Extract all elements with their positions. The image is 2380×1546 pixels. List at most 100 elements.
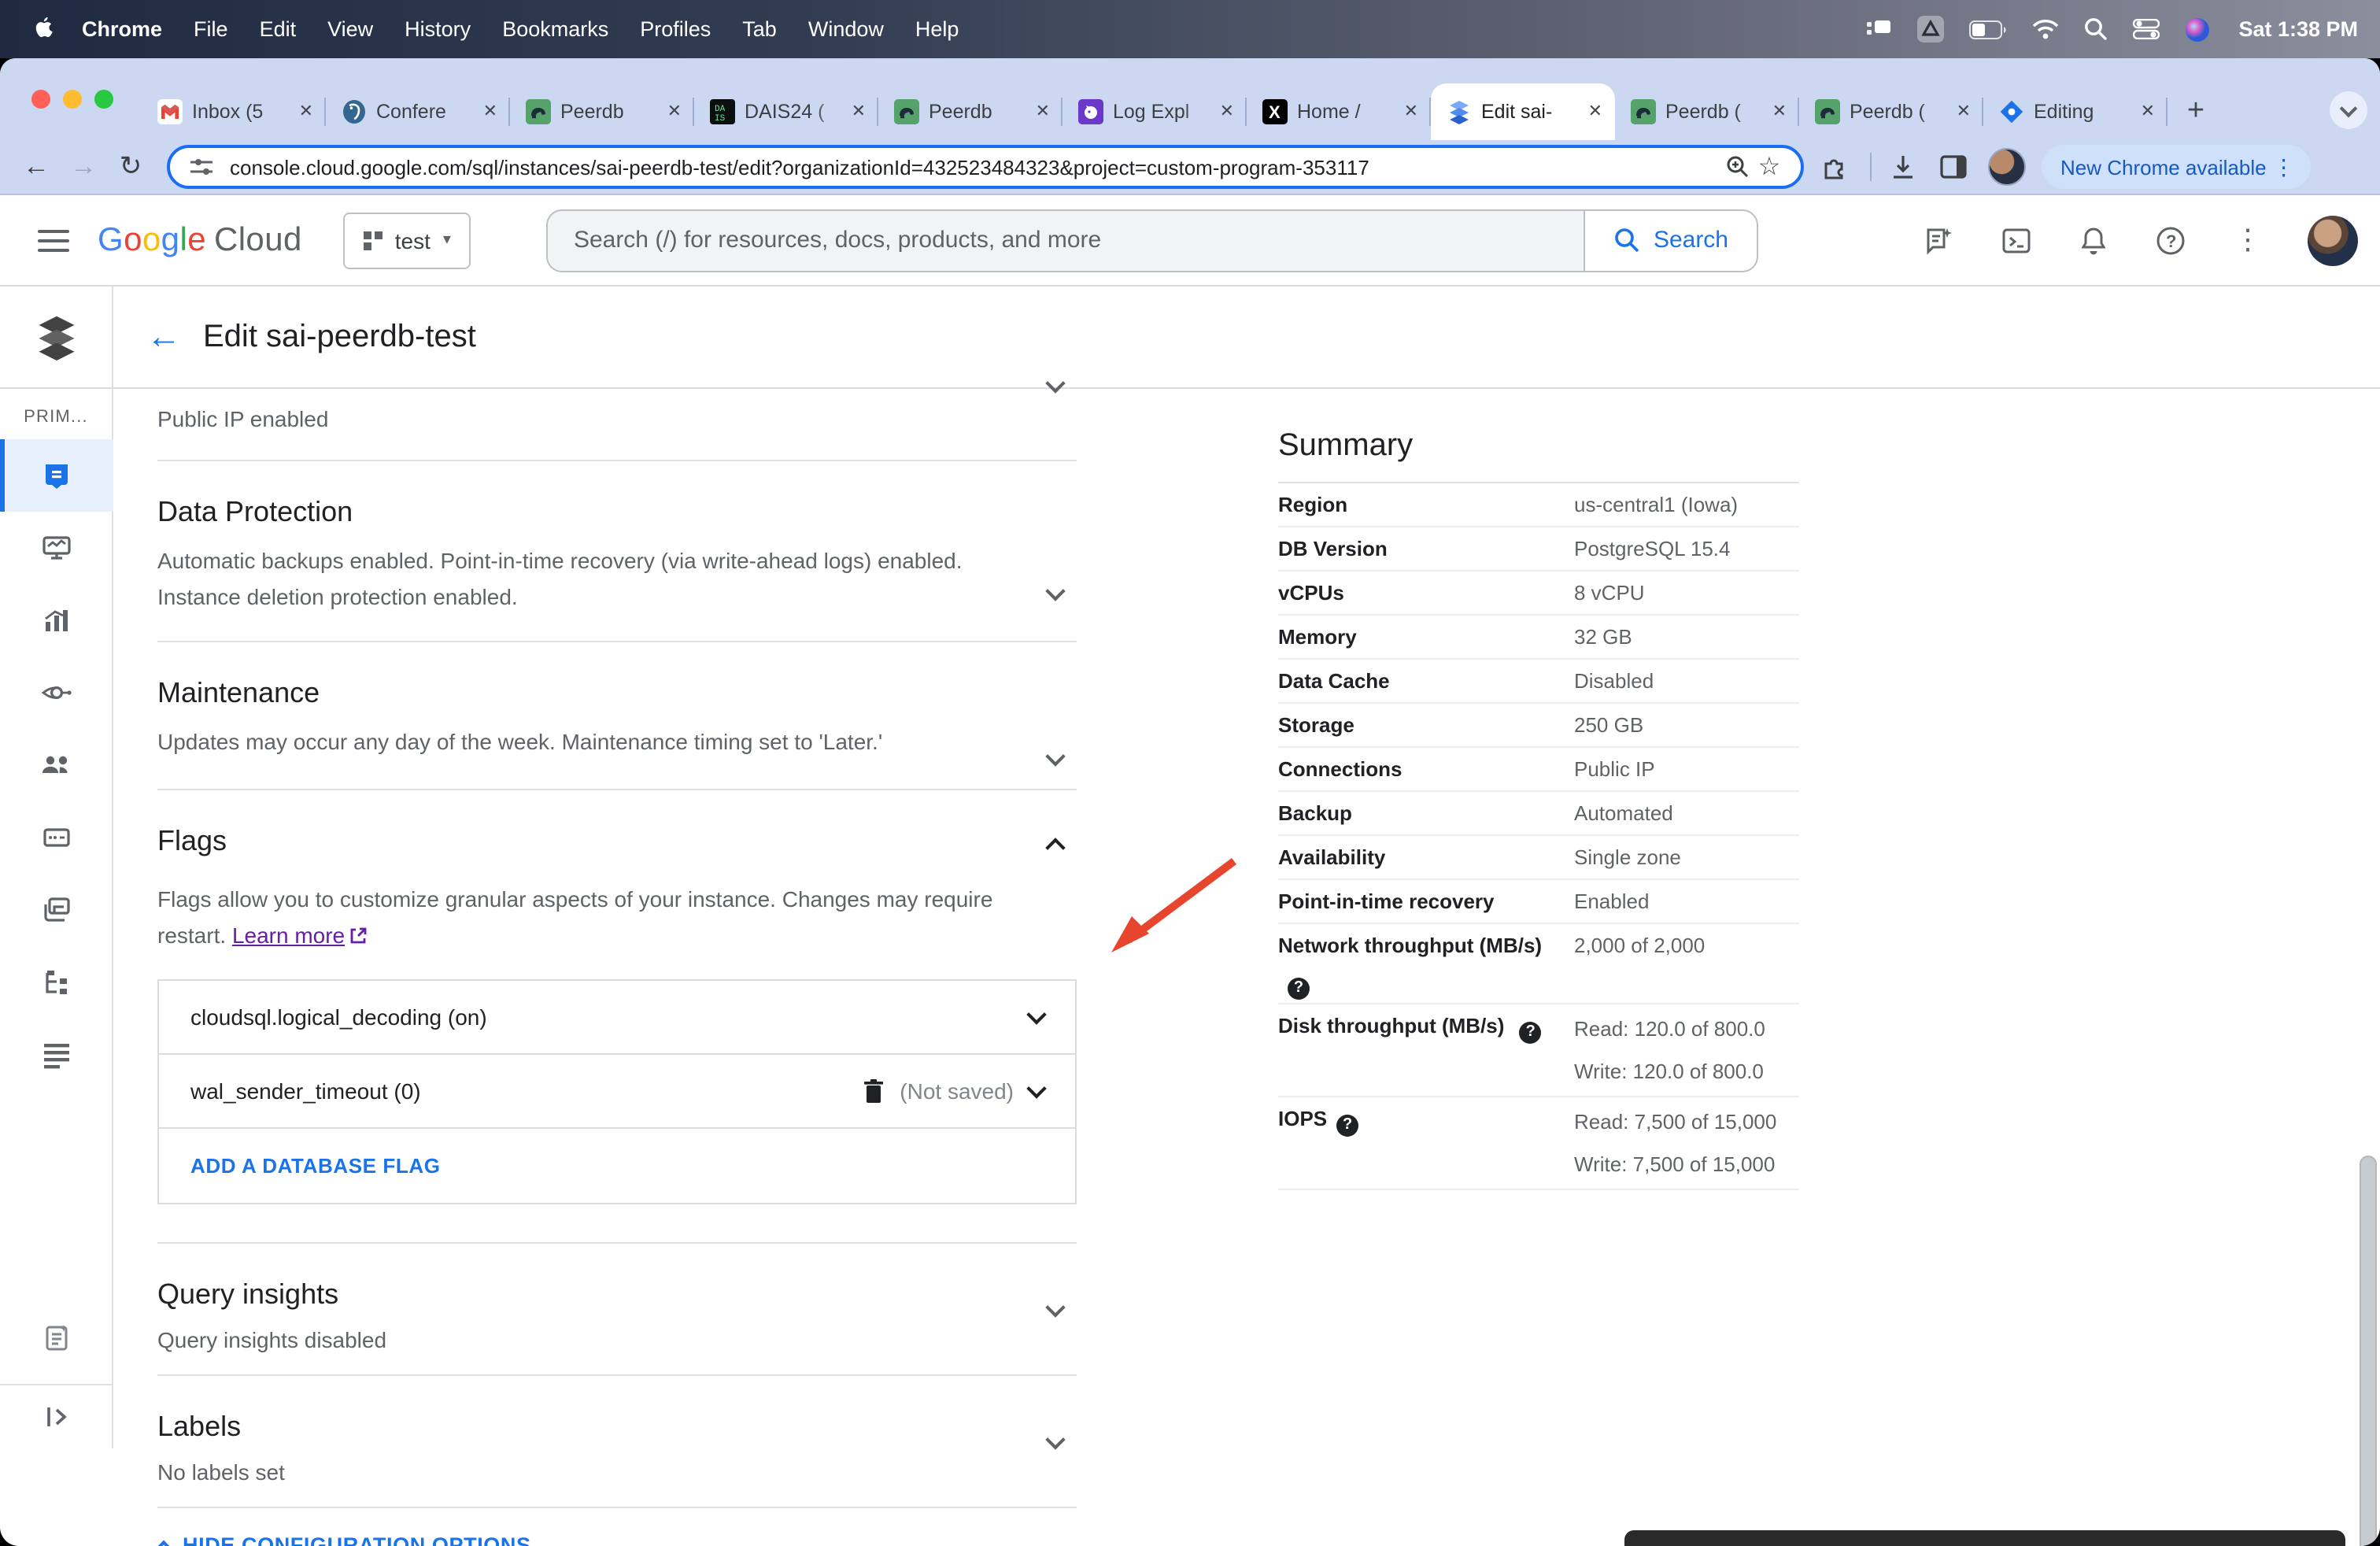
menu-profiles[interactable]: Profiles — [624, 17, 726, 41]
browser-profile-avatar[interactable] — [1988, 148, 2026, 186]
help-icon[interactable]: ? — [1288, 977, 1310, 999]
side-panel-icon[interactable] — [1935, 148, 1972, 186]
control-center-icon[interactable] — [2133, 19, 2160, 39]
chrome-update-pill[interactable]: New Chrome available ⋮ — [2042, 145, 2311, 189]
menu-edit[interactable]: Edit — [244, 17, 312, 41]
tab-edit-sai-peerdb-test[interactable]: Edit sai- ✕ — [1431, 83, 1615, 140]
browser-menu-kebab-icon[interactable]: ⋮ — [2267, 153, 2301, 180]
expand-connections-chevron-icon[interactable] — [1036, 367, 1074, 405]
reload-button[interactable]: ↻ — [110, 146, 151, 187]
back-arrow-button[interactable]: ← — [146, 316, 181, 357]
help-icon[interactable]: ? — [1519, 1021, 1542, 1043]
new-tab-button[interactable]: + — [2174, 90, 2218, 134]
sidebar-item-connections[interactable] — [0, 656, 113, 729]
apple-logo-icon[interactable] — [35, 17, 57, 42]
tab-close-icon[interactable]: ✕ — [296, 100, 316, 124]
bookmark-star-icon[interactable]: ☆ — [1754, 151, 1785, 183]
sidebar-item-query-insights[interactable] — [0, 584, 113, 656]
expand-data-protection-chevron-icon[interactable] — [1036, 575, 1074, 612]
menubar-clock[interactable]: Sat 1:38 PM — [2238, 17, 2358, 41]
sidebar-item-overview[interactable] — [0, 439, 113, 512]
delete-flag-trash-icon[interactable] — [862, 1078, 884, 1104]
menu-view[interactable]: View — [312, 17, 389, 41]
tab-peerdb-1[interactable]: Peerdb ✕ — [510, 83, 694, 140]
tab-close-icon[interactable]: ✕ — [664, 100, 685, 124]
expand-maintenance-chevron-icon[interactable] — [1036, 740, 1074, 778]
spotlight-icon[interactable] — [2084, 17, 2108, 41]
menu-window[interactable]: Window — [793, 17, 900, 41]
notifications-bell-icon[interactable] — [2076, 223, 2111, 257]
sidebar-item-users[interactable] — [0, 729, 113, 801]
gcp-search-field[interactable] — [546, 209, 1586, 272]
close-window-button[interactable] — [31, 90, 50, 109]
gcp-search-button[interactable]: Search — [1585, 209, 1758, 272]
minimize-window-button[interactable] — [63, 90, 82, 109]
tab-x-home[interactable]: X Home / ✕ — [1247, 83, 1431, 140]
battery-icon — [1969, 20, 2007, 39]
more-options-kebab-icon[interactable]: ⋮ — [2230, 223, 2265, 257]
gcp-search-input[interactable] — [573, 227, 1559, 253]
tab-search-chevron-button[interactable] — [2330, 91, 2367, 129]
tab-close-icon[interactable]: ✕ — [1769, 100, 1790, 124]
sidebar-item-observability[interactable] — [0, 512, 113, 584]
tab-close-icon[interactable]: ✕ — [1217, 100, 1237, 124]
tab-close-icon[interactable]: ✕ — [2138, 100, 2158, 124]
wifi-icon[interactable] — [2032, 19, 2059, 39]
tab-dais24[interactable]: DA IS DAIS24 ( ✕ — [694, 83, 878, 140]
sidebar-item-operations[interactable] — [0, 1019, 113, 1091]
tab-close-icon[interactable]: ✕ — [1953, 100, 1974, 124]
flag-row-logical-decoding[interactable]: cloudsql.logical_decoding (on) — [159, 981, 1075, 1055]
tab-close-icon[interactable]: ✕ — [848, 100, 869, 124]
hide-configuration-options-button[interactable]: HIDE CONFIGURATION OPTIONS — [154, 1533, 1077, 1546]
menu-chrome[interactable]: Chrome — [66, 17, 178, 41]
fullscreen-window-button[interactable] — [94, 90, 113, 109]
nav-menu-button[interactable] — [25, 212, 82, 268]
tab-editing[interactable]: Editing ✕ — [1983, 83, 2168, 140]
gemini-assist-icon[interactable] — [1922, 223, 1957, 257]
help-icon[interactable]: ? — [2153, 223, 2188, 257]
tab-close-icon[interactable]: ✕ — [1033, 100, 1053, 124]
tab-peerdb-2[interactable]: Peerdb ✕ — [878, 83, 1062, 140]
sidebar-collapse-button[interactable] — [0, 1385, 113, 1448]
tab-close-icon[interactable]: ✕ — [1585, 100, 1606, 124]
scrollbar-thumb[interactable] — [2360, 1156, 2377, 1546]
expand-flag-chevron-icon[interactable] — [1026, 1078, 1047, 1098]
downloads-icon[interactable] — [1884, 148, 1922, 186]
sidebar-item-replicas[interactable] — [0, 946, 113, 1019]
tab-peerdb-4[interactable]: Peerdb ( ✕ — [1799, 83, 1983, 140]
stage-manager-icon[interactable] — [1867, 18, 1892, 40]
menu-history[interactable]: History — [389, 17, 486, 41]
expand-labels-chevron-icon[interactable] — [1036, 1423, 1074, 1461]
cloud-shell-icon[interactable] — [1999, 223, 2034, 257]
siri-icon[interactable] — [2185, 17, 2210, 42]
menubar-app-icon[interactable] — [1917, 16, 1945, 43]
sidebar-item-release-notes[interactable] — [0, 1302, 113, 1374]
tab-conference[interactable]: Confere ✕ — [326, 83, 510, 140]
address-bar[interactable]: ☆ — [167, 145, 1804, 189]
google-cloud-logo[interactable]: Google Cloud — [98, 221, 302, 259]
collapse-flags-chevron-icon[interactable] — [1036, 825, 1074, 863]
add-database-flag-button[interactable]: ADD A DATABASE FLAG — [159, 1129, 1075, 1203]
sidebar-item-databases[interactable] — [0, 801, 113, 874]
url-input[interactable] — [230, 155, 1722, 179]
tab-close-icon[interactable]: ✕ — [480, 100, 501, 124]
account-avatar[interactable] — [2308, 215, 2358, 265]
flags-learn-more-link[interactable]: Learn more — [232, 923, 345, 948]
sidebar-item-backups[interactable] — [0, 874, 113, 946]
menu-file[interactable]: File — [178, 17, 244, 41]
flag-row-wal-sender-timeout[interactable]: wal_sender_timeout (0) (Not saved) — [159, 1055, 1075, 1129]
tab-peerdb-3[interactable]: Peerdb ( ✕ — [1615, 83, 1799, 140]
tab-close-icon[interactable]: ✕ — [1401, 100, 1421, 124]
site-settings-icon[interactable] — [186, 151, 217, 183]
tab-log-explorer[interactable]: Log Expl ✕ — [1062, 83, 1247, 140]
zoom-icon[interactable] — [1722, 151, 1754, 183]
expand-query-insights-chevron-icon[interactable] — [1036, 1291, 1074, 1329]
help-icon[interactable]: ? — [1336, 1114, 1359, 1136]
menu-tab[interactable]: Tab — [726, 17, 793, 41]
menu-help[interactable]: Help — [900, 17, 975, 41]
back-button[interactable]: ← — [16, 146, 57, 187]
tab-inbox[interactable]: Inbox (5 ✕ — [142, 83, 326, 140]
menu-bookmarks[interactable]: Bookmarks — [486, 17, 624, 41]
project-selector[interactable]: test ▾ — [342, 212, 471, 268]
extensions-icon[interactable] — [1816, 148, 1854, 186]
